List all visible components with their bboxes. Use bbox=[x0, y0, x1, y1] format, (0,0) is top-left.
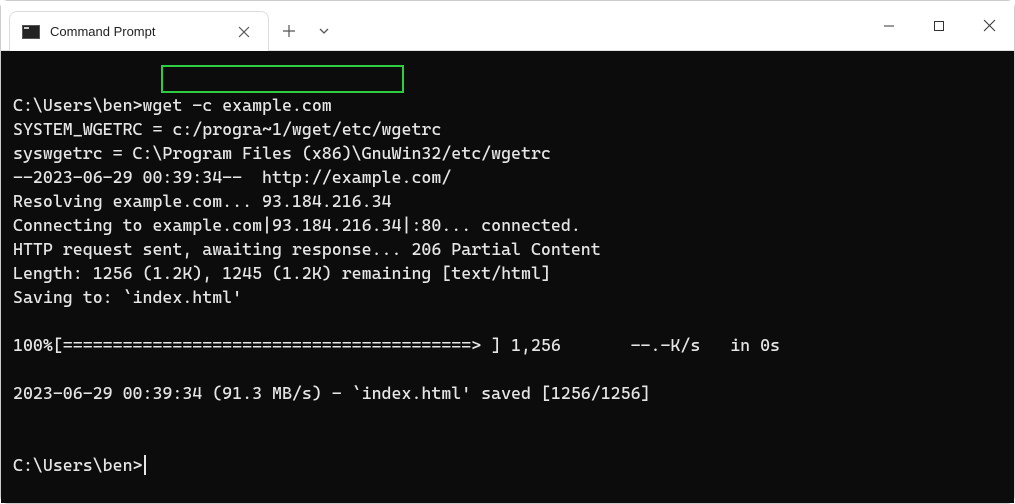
text-cursor bbox=[144, 455, 146, 475]
terminal-line: --2023-06-29 00:39:34-- http://example.c… bbox=[13, 165, 1002, 189]
terminal-line: 2023-06-29 00:39:34 (91.3 MB/s) - `index… bbox=[13, 381, 1002, 405]
tab-title: Command Prompt bbox=[50, 24, 155, 39]
terminal-line: C:\Users\ben> bbox=[13, 453, 1002, 477]
close-tab-button[interactable] bbox=[232, 24, 256, 40]
terminal-line: C:\Users\ben>wget -c example.com bbox=[13, 93, 1002, 117]
titlebar-drag-area[interactable] bbox=[339, 1, 864, 50]
terminal-line: HTTP request sent, awaiting response... … bbox=[13, 237, 1002, 261]
terminal-line bbox=[13, 405, 1002, 429]
prompt-path: C:\Users\ben> bbox=[13, 455, 143, 475]
terminal-line: Resolving example.com... 93.184.216.34 bbox=[13, 189, 1002, 213]
terminal-line bbox=[13, 309, 1002, 333]
close-window-button[interactable] bbox=[964, 1, 1014, 51]
terminal-output[interactable]: C:\Users\ben>wget -c example.comSYSTEM_W… bbox=[1, 51, 1014, 503]
terminal-line: Length: 1256 (1.2K), 1245 (1.2K) remaini… bbox=[13, 261, 1002, 285]
titlebar: Command Prompt bbox=[1, 1, 1014, 51]
terminal-line: SYSTEM_WGETRC = c:/progra~1/wget/etc/wge… bbox=[13, 117, 1002, 141]
tab-dropdown-button[interactable] bbox=[309, 11, 339, 50]
terminal-line bbox=[13, 357, 1002, 381]
terminal-line: Saving to: `index.html' bbox=[13, 285, 1002, 309]
command-prompt-icon bbox=[22, 25, 40, 39]
terminal-line: syswgetrc = C:\Program Files (x86)\GnuWi… bbox=[13, 141, 1002, 165]
terminal-line: 100%[===================================… bbox=[13, 333, 1002, 357]
command-highlight-box bbox=[161, 65, 404, 93]
prompt-path: C:\Users\ben> bbox=[13, 95, 143, 115]
minimize-button[interactable] bbox=[864, 1, 914, 51]
new-tab-button[interactable] bbox=[269, 11, 309, 50]
window-controls bbox=[864, 1, 1014, 50]
terminal-line bbox=[13, 429, 1002, 453]
maximize-button[interactable] bbox=[914, 1, 964, 51]
terminal-line: Connecting to example.com|93.184.216.34|… bbox=[13, 213, 1002, 237]
tab-command-prompt[interactable]: Command Prompt bbox=[9, 11, 269, 51]
entered-command: wget -c example.com bbox=[143, 95, 332, 115]
